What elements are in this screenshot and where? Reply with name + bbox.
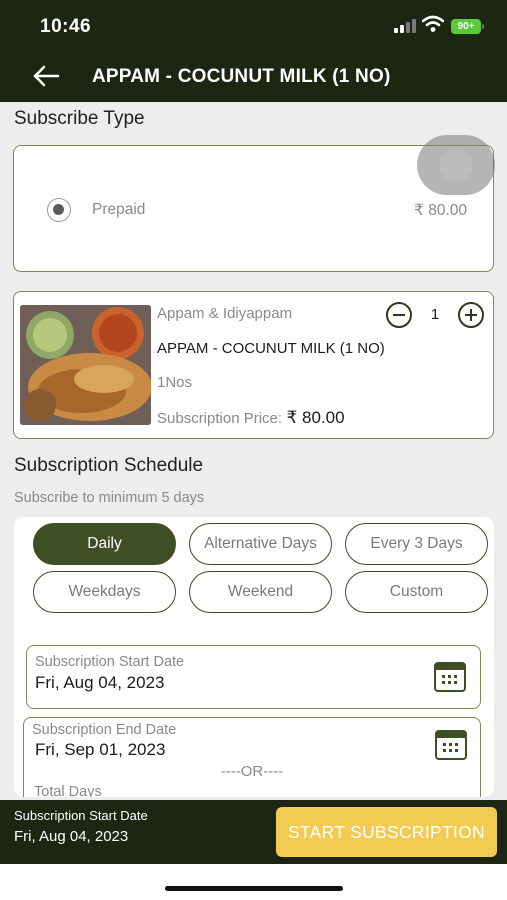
quantity-value: 1 [430,306,440,323]
product-unit: 1Nos [157,374,193,391]
start-date-value: Fri, Aug 04, 2023 [35,673,165,692]
prepaid-radio[interactable] [47,198,71,222]
status-time: 10:46 [40,16,92,37]
product-name: APPAM - COCUNUT MILK (1 NO) [157,340,385,357]
start-date-label: Subscription Start Date [35,654,185,670]
frequency-weekend-pill[interactable]: Weekend [189,571,332,613]
product-category: Appam & Idiyappam [157,305,293,322]
increase-quantity-button[interactable] [458,302,484,328]
frequency-alternative-days-pill[interactable]: Alternative Days [189,523,332,565]
touch-ripple [417,135,495,195]
calendar-icon[interactable] [435,730,467,760]
prepaid-price: ₹ 80.00 [414,202,467,219]
wifi-icon [422,15,444,32]
decrease-quantity-button[interactable] [386,302,412,328]
footer-start-value: Fri, Aug 04, 2023 [14,828,129,845]
page-title: APPAM - COCUNUT MILK (1 NO) [92,66,391,87]
battery-icon: 90+ [451,19,484,34]
subscription-price: Subscription Price: ₹ 80.00 [157,408,345,428]
cellular-signal-icon [394,19,416,33]
schedule-panel: Daily Alternative Days Every 3 Days Week… [14,517,494,797]
appam-food-image [20,305,151,425]
product-card: Appam & Idiyappam APPAM - COCUNUT MILK (… [13,291,494,439]
start-subscription-button[interactable]: START SUBSCRIPTION [276,807,497,857]
schedule-heading: Subscription Schedule [14,455,204,476]
home-indicator[interactable] [165,886,343,891]
footer-start-label: Subscription Start Date [14,808,148,823]
back-arrow-icon[interactable] [30,62,62,90]
end-date-label: Subscription End Date [32,722,177,738]
frequency-custom-pill[interactable]: Custom [345,571,488,613]
or-divider: ----OR---- [220,763,284,780]
home-indicator-area [0,864,507,900]
frequency-daily-pill[interactable]: Daily [33,523,176,565]
prepaid-label: Prepaid [92,201,146,218]
price-label: Subscription Price: [157,410,283,427]
end-date-value: Fri, Sep 01, 2023 [35,740,166,759]
app-bar: APPAM - COCUNUT MILK (1 NO) [0,52,507,102]
total-days-label: Total Days [34,784,102,797]
bottom-bar: Subscription Start Date Fri, Aug 04, 202… [0,800,507,864]
frequency-weekdays-pill[interactable]: Weekdays [33,571,176,613]
subscribe-type-heading: Subscribe Type [14,108,145,129]
price-value: ₹ 80.00 [286,408,345,427]
frequency-every-3-days-pill[interactable]: Every 3 Days [345,523,488,565]
end-date-field[interactable]: Subscription End Date Fri, Sep 01, 2023 … [23,717,481,797]
calendar-icon[interactable] [434,662,466,692]
start-date-field[interactable]: Subscription Start Date Fri, Aug 04, 202… [26,645,481,709]
schedule-hint: Subscribe to minimum 5 days [14,490,205,506]
status-bar: 10:46 90+ [0,0,507,52]
